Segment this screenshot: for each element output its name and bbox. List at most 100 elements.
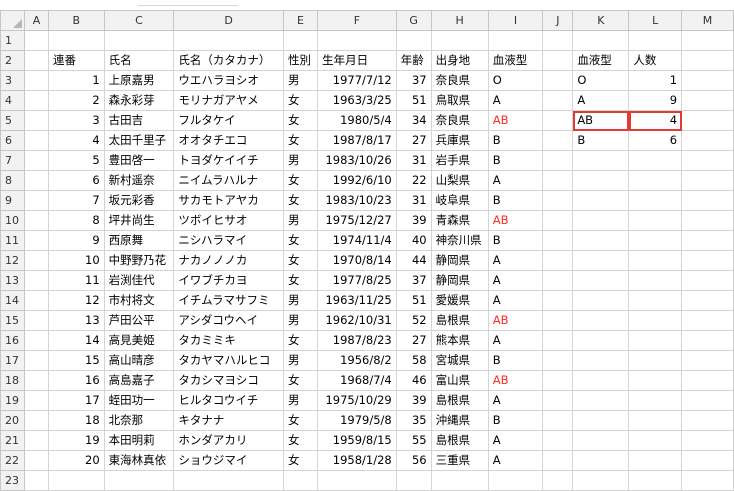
cell-k11[interactable] [572,230,630,251]
cell-j4[interactable] [542,90,574,111]
cell-i3[interactable]: O [487,70,544,91]
select-all-corner[interactable] [0,10,25,31]
cell-d1[interactable] [173,30,284,51]
cell-l18[interactable] [628,370,683,391]
cell-i8[interactable]: A [487,170,544,191]
cell-d8[interactable]: ニイムラハルナ [173,170,284,191]
cell-e4[interactable]: 女 [282,90,319,111]
cell-i15[interactable]: AB [487,310,544,331]
cell-b22[interactable]: 20 [48,450,105,471]
cell-e15[interactable]: 男 [282,310,319,331]
column-header-i[interactable]: I [487,10,544,31]
cell-c20[interactable]: 北奈那 [103,410,175,431]
cell-c4[interactable]: 森永彩芽 [103,90,175,111]
cell-b7[interactable]: 5 [48,150,105,171]
cell-l8[interactable] [628,170,683,191]
cell-g11[interactable]: 40 [395,230,432,251]
cell-d14[interactable]: イチムラマサフミ [173,290,284,311]
cell-h14[interactable]: 愛媛県 [430,290,489,311]
cell-c8[interactable]: 新村遥奈 [103,170,175,191]
cell-m13[interactable] [681,270,734,291]
cell-c18[interactable]: 高島嘉子 [103,370,175,391]
cell-b5[interactable]: 3 [48,110,105,131]
cell-b2[interactable]: 連番 [48,50,105,71]
cell-c19[interactable]: 蛭田功一 [103,390,175,411]
cell-a4[interactable] [23,90,50,111]
cell-m3[interactable] [681,70,734,91]
cell-f4[interactable]: 1963/3/25 [317,90,397,111]
cell-k15[interactable] [572,310,630,331]
column-header-m[interactable]: M [681,10,734,31]
cell-grid[interactable]: A B C D E F G H I J K L M 1 2 連番 氏名 氏名（カタカナ） 性別 生年月日 年齢 出身地 血液… [0,10,734,491]
cell-m12[interactable] [681,250,734,271]
cell-j12[interactable] [542,250,574,271]
cell-k5[interactable]: AB [572,110,629,131]
cell-m4[interactable] [681,90,734,111]
column-header-h[interactable]: H [430,10,489,31]
cell-d11[interactable]: ニシハラマイ [173,230,284,251]
cell-k17[interactable] [572,350,630,371]
cell-j9[interactable] [542,190,574,211]
cell-j20[interactable] [542,410,574,431]
cell-d6[interactable]: オオタチエコ [173,130,284,151]
cell-l4[interactable]: 9 [628,90,683,111]
cell-e17[interactable]: 男 [282,350,319,371]
cell-l17[interactable] [628,350,683,371]
cell-c13[interactable]: 岩渕佳代 [103,270,175,291]
cell-e2[interactable]: 性別 [282,50,319,71]
cell-d12[interactable]: ナカノノノカ [173,250,284,271]
cell-h4[interactable]: 鳥取県 [430,90,489,111]
cell-b9[interactable]: 7 [48,190,105,211]
cell-g15[interactable]: 52 [395,310,432,331]
cell-m16[interactable] [681,330,734,351]
cell-a7[interactable] [23,150,50,171]
cell-f22[interactable]: 1958/1/28 [317,450,397,471]
cell-c3[interactable]: 上原嘉男 [103,70,175,91]
cell-b13[interactable]: 11 [48,270,105,291]
cell-g10[interactable]: 39 [395,210,432,231]
row-header-15[interactable]: 15 [0,310,25,331]
cell-a3[interactable] [23,70,50,91]
cell-h11[interactable]: 神奈川県 [430,230,489,251]
row-header-17[interactable]: 17 [0,350,25,371]
cell-f23[interactable] [317,470,397,491]
cell-e11[interactable]: 女 [282,230,319,251]
cell-f21[interactable]: 1959/8/15 [317,430,397,451]
column-header-l[interactable]: L [628,10,683,31]
cell-m14[interactable] [681,290,734,311]
cell-k1[interactable] [572,30,630,51]
cell-d5[interactable]: フルタケイ [173,110,284,131]
cell-g3[interactable]: 37 [395,70,432,91]
cell-l7[interactable] [628,150,683,171]
cell-f14[interactable]: 1963/11/25 [317,290,397,311]
row-header-8[interactable]: 8 [0,170,25,191]
row-header-7[interactable]: 7 [0,150,25,171]
cell-h20[interactable]: 沖縄県 [430,410,489,431]
cell-c6[interactable]: 太田千里子 [103,130,175,151]
column-header-d[interactable]: D [173,10,284,31]
cell-h9[interactable]: 岐阜県 [430,190,489,211]
cell-i12[interactable]: A [487,250,544,271]
cell-f11[interactable]: 1974/11/4 [317,230,397,251]
cell-b1[interactable] [48,30,105,51]
cell-e20[interactable]: 女 [282,410,319,431]
column-header-g[interactable]: G [395,10,432,31]
cell-l16[interactable] [628,330,683,351]
cell-j15[interactable] [542,310,574,331]
cell-h5[interactable]: 奈良県 [430,110,489,131]
cell-g4[interactable]: 51 [395,90,432,111]
cell-d10[interactable]: ツボイヒサオ [173,210,284,231]
cell-c16[interactable]: 高見美姫 [103,330,175,351]
cell-l6[interactable]: 6 [628,130,683,151]
row-header-6[interactable]: 6 [0,130,25,151]
cell-f6[interactable]: 1987/8/17 [317,130,397,151]
cell-h1[interactable] [430,30,489,51]
cell-f10[interactable]: 1975/12/27 [317,210,397,231]
cell-j21[interactable] [542,430,574,451]
cell-g20[interactable]: 35 [395,410,432,431]
cell-j19[interactable] [542,390,574,411]
cell-e8[interactable]: 女 [282,170,319,191]
cell-h19[interactable]: 島根県 [430,390,489,411]
cell-i6[interactable]: B [487,130,544,151]
cell-b12[interactable]: 10 [48,250,105,271]
